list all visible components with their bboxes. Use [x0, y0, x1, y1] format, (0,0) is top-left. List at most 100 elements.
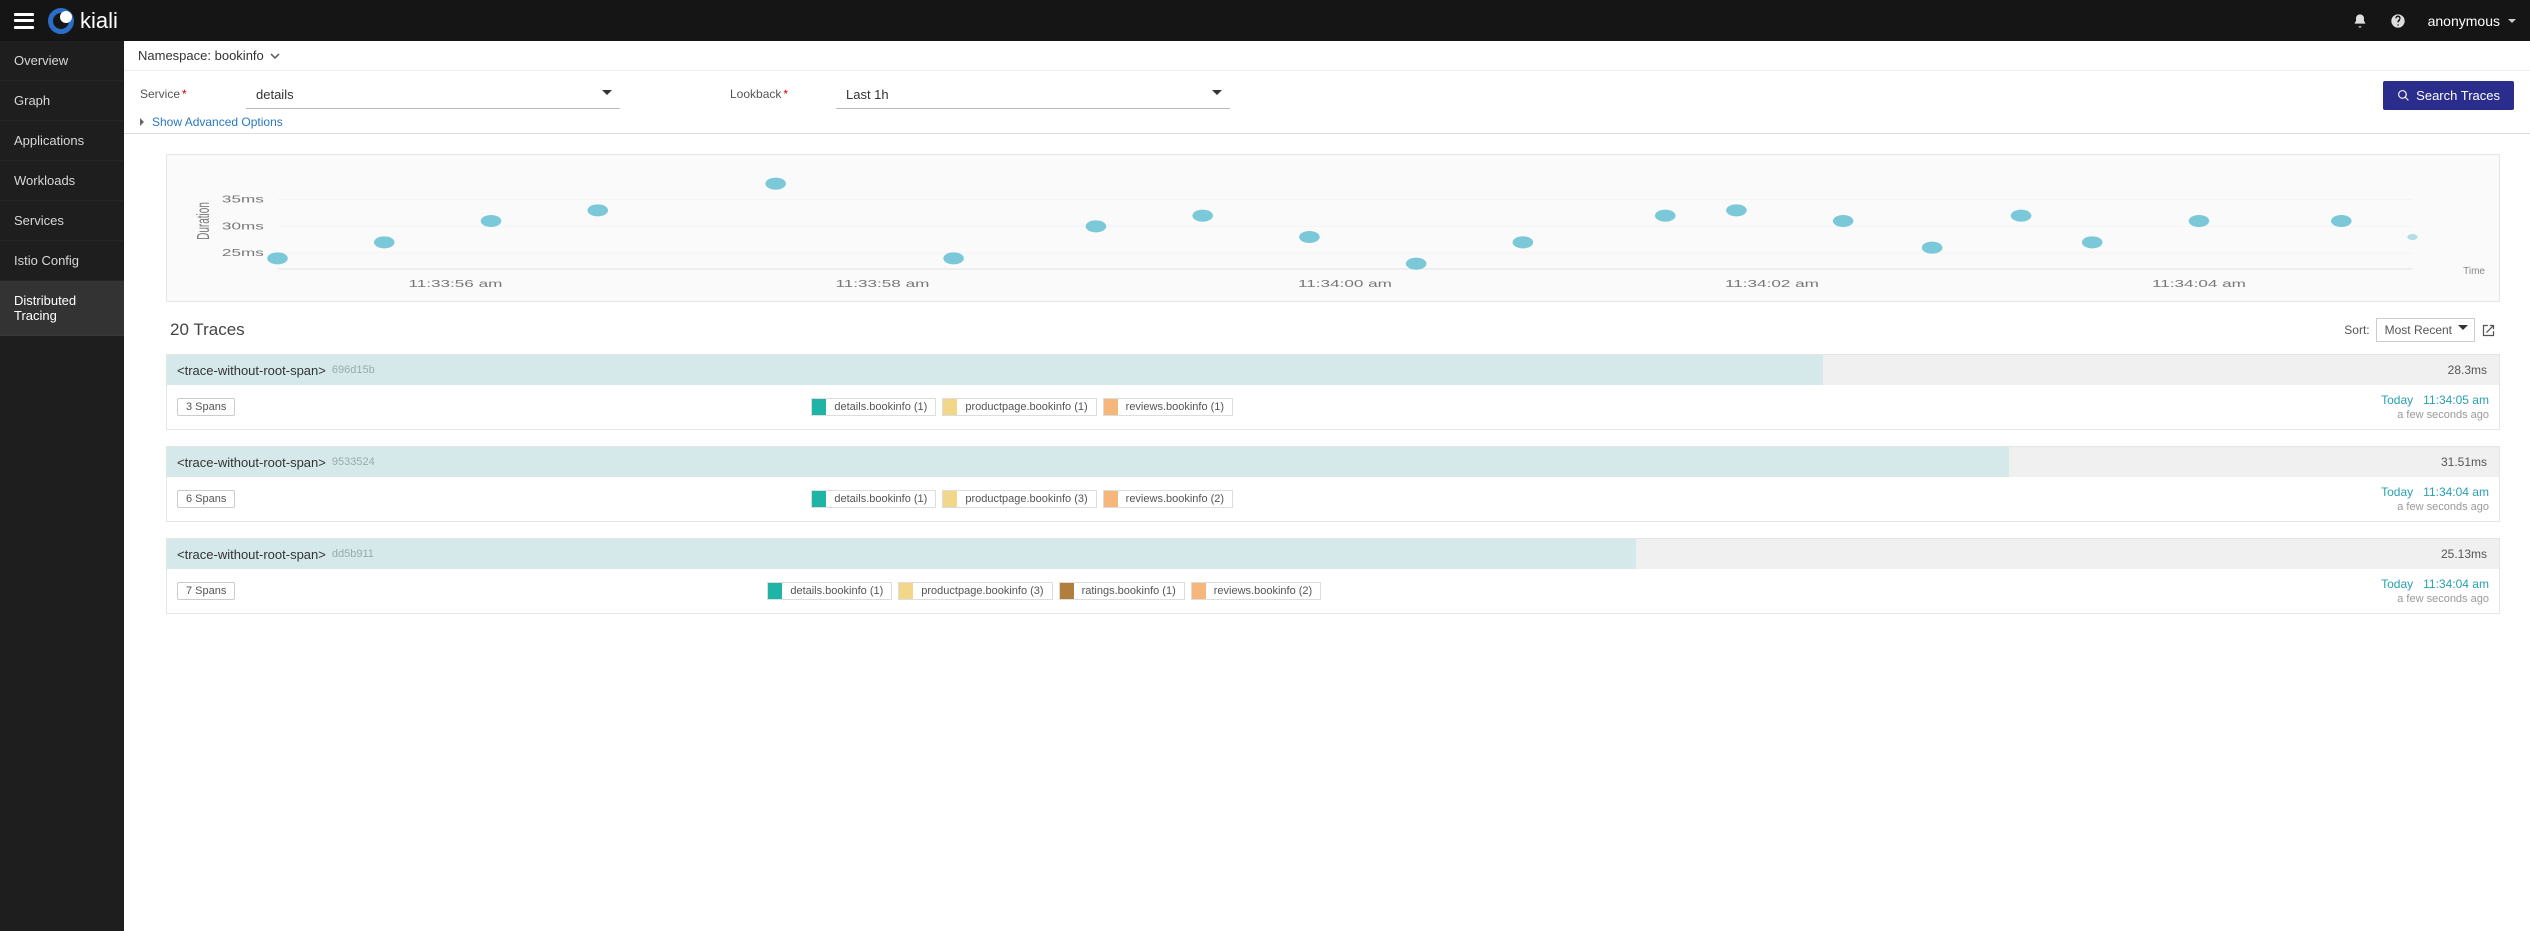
- nav-istio-config[interactable]: Istio Config: [0, 241, 124, 281]
- search-icon: [2397, 89, 2410, 102]
- chart-point[interactable]: [2082, 236, 2103, 248]
- color-swatch-icon: [943, 491, 957, 507]
- nav-services[interactable]: Services: [0, 201, 124, 241]
- service-tag-label: productpage.bookinfo (3): [913, 583, 1051, 599]
- chart-point[interactable]: [1513, 236, 1534, 248]
- service-tag-label: details.bookinfo (1): [826, 399, 935, 415]
- lookback-label: Lookback: [730, 87, 781, 101]
- span-count-badge: 3 Spans: [177, 398, 235, 416]
- brand-logo[interactable]: kiali: [48, 8, 118, 34]
- chart-point[interactable]: [1192, 210, 1213, 222]
- service-tags: details.bookinfo (1) productpage.bookinfo…: [767, 582, 1321, 600]
- nav-overview[interactable]: Overview: [0, 41, 124, 81]
- chart-point[interactable]: [2407, 234, 2417, 240]
- service-tag[interactable]: ratings.bookinfo (1): [1059, 582, 1185, 600]
- chart-point[interactable]: [943, 252, 964, 264]
- trace-timestamp: Today11:34:05 ama few seconds ago: [2381, 393, 2489, 421]
- service-tag-label: reviews.bookinfo (2): [1118, 491, 1232, 507]
- results-scroll[interactable]: 25ms30ms35msDuration11:33:56 am11:33:58 …: [124, 134, 2530, 931]
- service-tag-label: reviews.bookinfo (2): [1206, 583, 1320, 599]
- chart-point[interactable]: [2011, 210, 2032, 222]
- chart-point[interactable]: [587, 204, 608, 216]
- svg-text:11:33:56 am: 11:33:56 am: [408, 278, 502, 289]
- trace-list: <trace-without-root-span>696d15b28.3ms3 …: [166, 354, 2500, 614]
- side-nav: OverviewGraphApplicationsWorkloadsServic…: [0, 41, 124, 931]
- chevron-down-icon: [2458, 325, 2468, 335]
- required-icon: *: [182, 87, 187, 101]
- service-tag[interactable]: details.bookinfo (1): [767, 582, 892, 600]
- service-tag[interactable]: productpage.bookinfo (3): [942, 490, 1096, 508]
- trace-duration: 25.13ms: [2441, 547, 2487, 561]
- service-tag[interactable]: details.bookinfo (1): [811, 490, 936, 508]
- chart-point[interactable]: [1726, 204, 1747, 216]
- service-tags: details.bookinfo (1) productpage.bookinfo…: [811, 490, 1233, 508]
- chart-point[interactable]: [374, 236, 395, 248]
- nav-graph[interactable]: Graph: [0, 81, 124, 121]
- service-tags: details.bookinfo (1) productpage.bookinfo…: [811, 398, 1233, 416]
- chart-point[interactable]: [267, 252, 288, 264]
- external-link-icon[interactable]: [2481, 323, 2496, 338]
- chart-point[interactable]: [1655, 210, 1676, 222]
- service-tag[interactable]: productpage.bookinfo (1): [942, 398, 1096, 416]
- service-tag-label: details.bookinfo (1): [826, 491, 935, 507]
- service-tag[interactable]: productpage.bookinfo (3): [898, 582, 1052, 600]
- color-swatch-icon: [1060, 583, 1074, 599]
- chart-point[interactable]: [481, 215, 502, 227]
- service-tag[interactable]: details.bookinfo (1): [811, 398, 936, 416]
- trace-title-bar: <trace-without-root-span>dd5b911: [167, 539, 1636, 569]
- trace-card[interactable]: <trace-without-root-span>dd5b911 25.13ms 7…: [166, 538, 2500, 614]
- nav-distributed-tracing[interactable]: Distributed Tracing: [0, 281, 124, 336]
- color-swatch-icon: [1104, 399, 1118, 415]
- service-tag[interactable]: reviews.bookinfo (1): [1103, 398, 1233, 416]
- color-swatch-icon: [1104, 491, 1118, 507]
- kiali-logo-icon: [48, 8, 74, 34]
- trace-duration: 28.3ms: [2448, 363, 2487, 377]
- x-axis-label: Time: [2463, 266, 2485, 277]
- nav-workloads[interactable]: Workloads: [0, 161, 124, 201]
- color-swatch-icon: [768, 583, 782, 599]
- breadcrumb[interactable]: Namespace: bookinfo: [124, 41, 2530, 71]
- chevron-down-icon: [2508, 19, 2516, 27]
- traces-scatter-chart[interactable]: 25ms30ms35msDuration11:33:56 am11:33:58 …: [166, 154, 2500, 302]
- lookback-select[interactable]: Last 1h: [836, 81, 1230, 109]
- trace-id: 9533524: [332, 456, 375, 468]
- show-advanced-link[interactable]: Show Advanced Options: [140, 115, 620, 129]
- search-traces-button[interactable]: Search Traces: [2383, 81, 2514, 110]
- lookback-value: Last 1h: [846, 87, 889, 102]
- chart-point[interactable]: [1299, 231, 1320, 243]
- chart-point[interactable]: [1833, 215, 1854, 227]
- breadcrumb-label: Namespace:: [138, 48, 211, 63]
- span-count-badge: 6 Spans: [177, 490, 235, 508]
- chart-point[interactable]: [1086, 220, 1107, 232]
- chart-point[interactable]: [2189, 215, 2210, 227]
- service-tag[interactable]: reviews.bookinfo (2): [1191, 582, 1321, 600]
- chart-point[interactable]: [1406, 258, 1427, 270]
- svg-text:25ms: 25ms: [222, 247, 264, 258]
- trace-duration: 31.51ms: [2441, 455, 2487, 469]
- chart-point[interactable]: [765, 178, 786, 190]
- color-swatch-icon: [943, 399, 957, 415]
- service-select[interactable]: details: [246, 81, 620, 109]
- svg-text:11:34:02 am: 11:34:02 am: [1725, 278, 1819, 289]
- chart-point[interactable]: [2331, 215, 2352, 227]
- service-tag-label: productpage.bookinfo (1): [957, 399, 1095, 415]
- trace-card[interactable]: <trace-without-root-span>953352431.51ms6…: [166, 446, 2500, 522]
- svg-text:11:33:58 am: 11:33:58 am: [835, 278, 929, 289]
- results-header: 20 Traces Sort: Most Recent: [166, 302, 2500, 354]
- user-menu[interactable]: anonymous: [2428, 13, 2516, 29]
- sort-select[interactable]: Most Recent: [2376, 318, 2475, 342]
- trace-card[interactable]: <trace-without-root-span>696d15b28.3ms3 …: [166, 354, 2500, 430]
- service-tag-label: ratings.bookinfo (1): [1074, 583, 1184, 599]
- help-icon[interactable]: [2390, 13, 2406, 29]
- bell-icon[interactable]: [2352, 13, 2368, 29]
- color-swatch-icon: [1192, 583, 1206, 599]
- trace-name: <trace-without-root-span>: [177, 547, 326, 562]
- service-tag[interactable]: reviews.bookinfo (2): [1103, 490, 1233, 508]
- span-count-badge: 7 Spans: [177, 582, 235, 600]
- chart-point[interactable]: [1922, 242, 1943, 254]
- menu-toggle-icon[interactable]: [14, 13, 34, 29]
- svg-text:35ms: 35ms: [222, 193, 264, 204]
- service-label: Service: [140, 87, 180, 101]
- main-content: Namespace: bookinfo Service * details: [124, 41, 2530, 931]
- nav-applications[interactable]: Applications: [0, 121, 124, 161]
